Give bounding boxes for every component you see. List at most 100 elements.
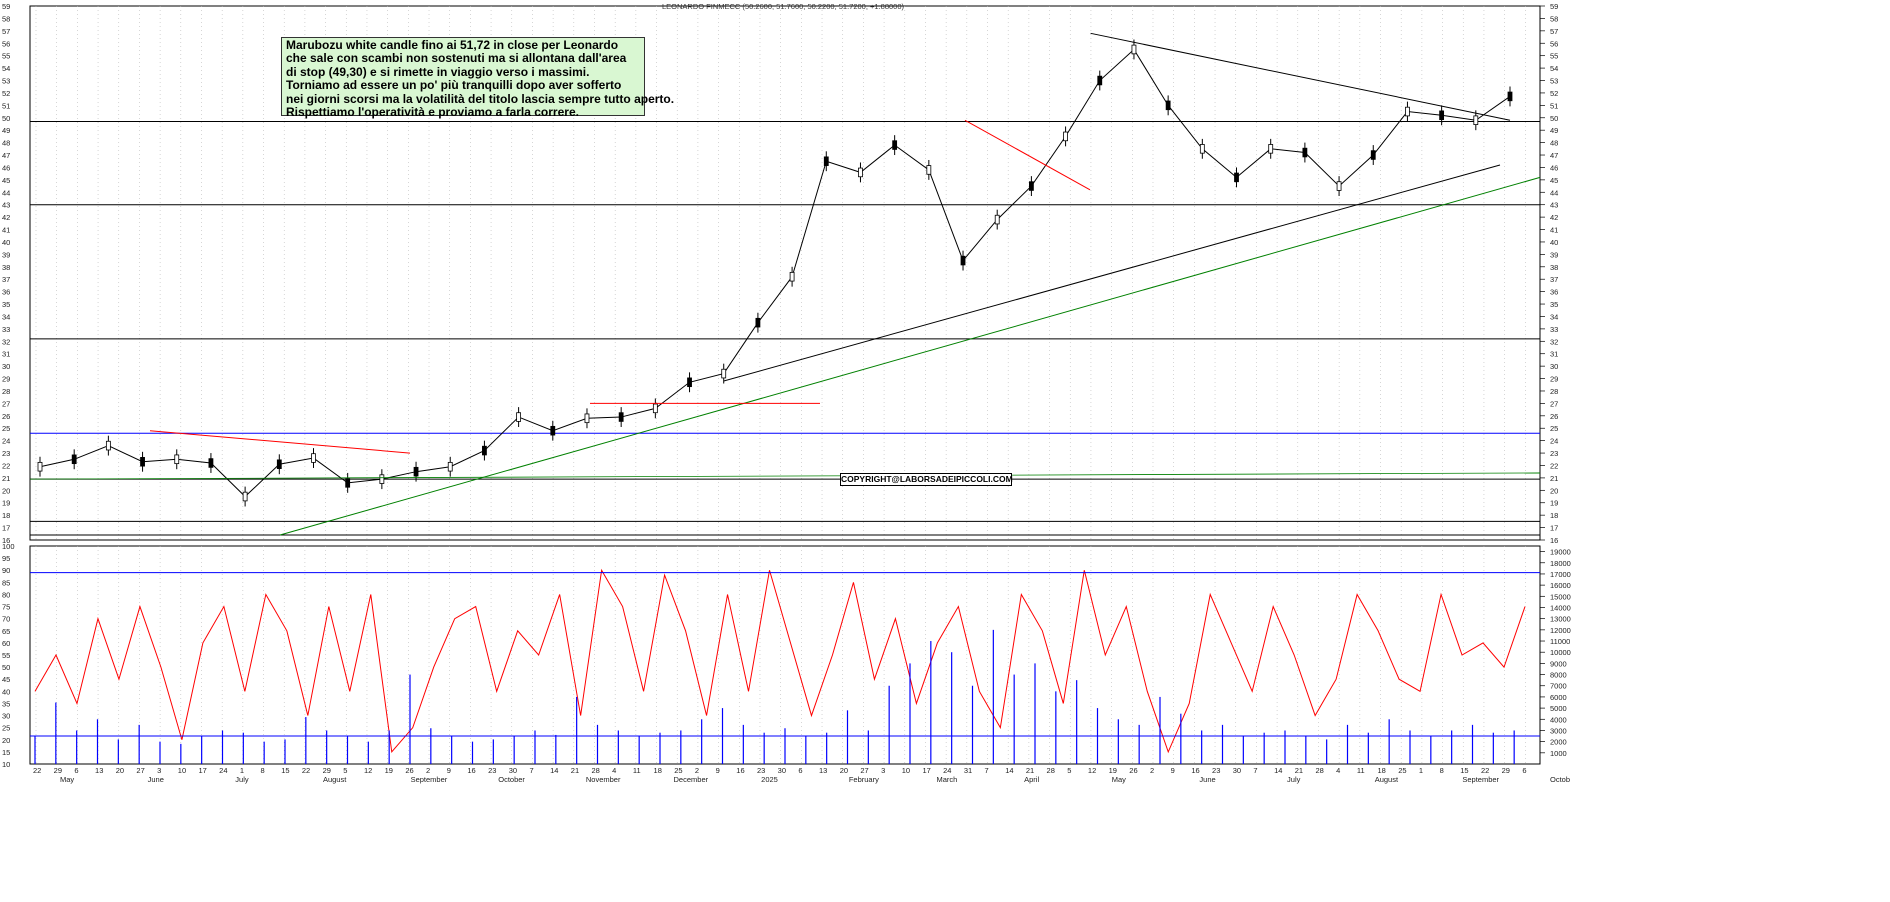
rsi-tick-label: 60 [2,639,10,648]
candle-body [1507,91,1513,102]
y-tick-label: 43 [1550,201,1558,210]
candle-body [447,461,453,472]
y-tick-label: 58 [1550,14,1558,23]
x-day-label: 30 [1233,766,1241,775]
y-tick-label-left: 47 [2,151,10,160]
y-tick-label: 53 [1550,77,1558,86]
x-day-label: 24 [943,766,951,775]
candle-body [1097,75,1103,86]
x-month-label: May [1112,775,1126,784]
x-month-label: 2025 [761,775,778,784]
x-day-label: 21 [571,766,579,775]
x-day-label: 11 [1357,766,1365,775]
rsi-tick-label: 10 [2,760,10,769]
y-tick-label: 20 [1550,486,1558,495]
trend-line-red [149,430,411,454]
y-tick-label: 55 [1550,52,1558,61]
y-tick-label-left: 44 [2,188,10,197]
x-month-label: February [849,775,879,784]
y-tick-label-left: 21 [2,474,10,483]
candle-body [37,461,43,472]
note-line: nei giorni scorsi ma la volatilità del t… [286,91,675,106]
candle-body [755,317,761,328]
x-day-label: 16 [736,766,744,775]
x-day-label: 20 [840,766,848,775]
rsi-tick-label: 80 [2,590,10,599]
y-tick-label: 37 [1550,275,1558,284]
y-tick-label-left: 32 [2,337,10,346]
rsi-tick-label: 55 [2,651,10,660]
rsi-tick-label: 90 [2,566,10,575]
y-tick-label: 38 [1550,263,1558,272]
x-day-label: 6 [798,766,802,775]
candle-body [242,491,248,502]
y-tick-label: 44 [1550,188,1558,197]
y-tick-label: 21 [1550,474,1558,483]
candle-body [1028,181,1034,191]
y-tick-label-left: 25 [2,424,10,433]
x-day-label: 23 [1212,766,1220,775]
x-day-label: 29 [54,766,62,775]
x-day-label: 17 [198,766,206,775]
candle-body [1370,150,1376,160]
y-tick-label: 24 [1550,437,1558,446]
y-tick-label: 33 [1550,325,1558,334]
y-tick-label: 18 [1550,511,1558,520]
y-tick-label-left: 35 [2,300,10,309]
x-day-label: 15 [1460,766,1468,775]
x-day-label: 7 [985,766,989,775]
y-tick-label: 30 [1550,362,1558,371]
y-tick-label-left: 50 [2,114,10,123]
x-day-label: 13 [819,766,827,775]
y-tick-label-left: 36 [2,288,10,297]
copyright-label: COPYRIGHT@LABORSADEIPICCOLI.COM [840,473,1013,486]
y-tick-label: 26 [1550,412,1558,421]
x-day-label: 16 [467,766,475,775]
x-month-label: June [148,775,164,784]
rsi-tick-label: 20 [2,736,10,745]
x-day-label: 2 [695,766,699,775]
y-tick-label-left: 45 [2,176,10,185]
x-month-label: September [1462,775,1499,784]
x-day-label: 14 [1005,766,1013,775]
x-day-label: 2 [1150,766,1154,775]
trend-line-black [723,164,1501,382]
chart-svg: 1616171718181919202021212222232324242525… [2,2,1571,784]
candle-body [105,440,111,451]
rsi-tick-label: 35 [2,699,10,708]
volume-tick-label: 3000 [1550,726,1567,735]
candle-body [1302,147,1308,158]
y-tick-label: 56 [1550,39,1558,48]
y-tick-label: 17 [1550,524,1558,533]
rsi-panel: 10 15 20 25 30 35 40 45 50 55 60 65 70 75 80 85 90 95 100 [2,542,1541,769]
candle-body [140,457,145,467]
volume-tick-label: 6000 [1550,693,1567,702]
x-day-label: 18 [654,766,662,775]
candle-body [1473,115,1479,125]
x-day-label: 7 [529,766,533,775]
x-month-label: May [60,775,74,784]
candle-body [516,412,522,422]
x-month-label: August [323,775,347,784]
y-tick-label: 35 [1550,300,1558,309]
x-day-label: 29 [1502,766,1510,775]
rsi-tick-label: 45 [2,675,10,684]
candle-body [413,466,419,477]
x-day-label: 6 [1522,766,1526,775]
candle-body [823,156,829,166]
trend-line-red [964,119,1091,191]
x-day-label: 9 [447,766,451,775]
x-day-label: 9 [716,766,720,775]
y-tick-label-left: 39 [2,250,10,259]
candle-body [482,445,487,456]
y-tick-label-left: 22 [2,461,10,470]
y-tick-label-left: 42 [2,213,10,222]
volume-tick-label: 13000 [1550,615,1571,624]
y-tick-label: 29 [1550,375,1558,384]
rsi-line [34,568,1526,754]
rsi-tick-label: 30 [2,712,10,721]
price-line [39,48,1511,498]
y-tick-label-left: 49 [2,126,10,135]
y-tick-label-left: 37 [2,275,10,284]
x-day-label: 23 [488,766,496,775]
